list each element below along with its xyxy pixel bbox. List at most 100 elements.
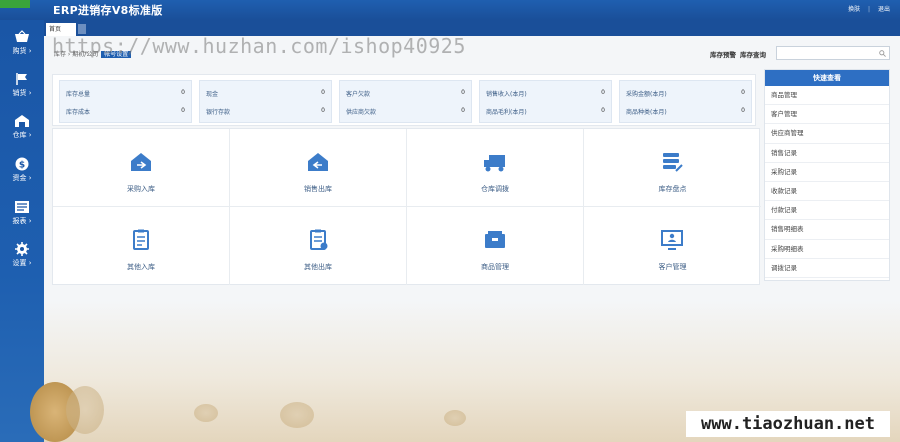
- stat-value: 0: [181, 89, 185, 96]
- search-icon[interactable]: [879, 50, 886, 57]
- stat-row: 销售收入(本月) 0: [486, 89, 605, 99]
- stat-row: 客户欠款 0: [346, 89, 465, 99]
- stat-label: 客户欠款: [346, 91, 371, 98]
- shortcut-customer-management[interactable]: 客户管理: [584, 207, 761, 285]
- sidebar-item-funds[interactable]: $ 资金 ›: [0, 153, 44, 191]
- sidebar-item-label: 销货 ›: [12, 89, 32, 97]
- logout-link[interactable]: 退出: [878, 6, 890, 13]
- svg-text:$: $: [19, 161, 25, 171]
- stat-label: 销售收入(本月): [486, 91, 527, 98]
- stat-label: 商品种类(本月): [626, 109, 667, 116]
- corner-badge: [0, 0, 30, 8]
- stat-row: 商品种类(本月) 0: [626, 107, 745, 117]
- house-in-icon: [131, 153, 151, 171]
- shortcut-label: 其他入库: [127, 263, 155, 271]
- shortcut-sales-out[interactable]: 销售出库: [230, 129, 407, 207]
- sidebar-item-label: 资金 ›: [12, 174, 32, 182]
- stat-value: 0: [321, 89, 325, 96]
- stat-row: 采购金额(本月) 0: [626, 89, 745, 99]
- gear-icon: [15, 242, 29, 256]
- quick-view-item[interactable]: 客户管理: [765, 105, 889, 125]
- shortcut-transfer[interactable]: 仓库调拨: [407, 129, 584, 207]
- stat-row: 银行存款 0: [206, 107, 325, 117]
- shortcut-label: 其他出库: [304, 263, 332, 271]
- stat-value: 0: [461, 89, 465, 96]
- link-separator: |: [868, 6, 871, 13]
- quick-view-item[interactable]: 付款记录: [765, 201, 889, 221]
- stat-value: 0: [741, 107, 745, 114]
- shortcut-purchase-in[interactable]: 采购入库: [53, 129, 230, 207]
- stat-value: 0: [741, 89, 745, 96]
- stat-value: 0: [601, 107, 605, 114]
- shortcut-stocktake[interactable]: 库存盘点: [584, 129, 761, 207]
- stock-warning-link[interactable]: 库存预警: [710, 51, 736, 59]
- truck-icon: [484, 155, 505, 172]
- stat-card-cash: 现金 0 银行存款 0: [199, 80, 332, 123]
- hay-bale: [194, 404, 218, 422]
- stock-query-link[interactable]: 库存查询: [740, 51, 766, 59]
- sidebar-item-settings[interactable]: 设置 ›: [0, 238, 44, 276]
- hay-bale: [66, 386, 104, 434]
- search-input[interactable]: [776, 46, 890, 60]
- stat-value: 0: [601, 89, 605, 96]
- shortcut-label: 销售出库: [304, 185, 332, 193]
- stat-label: 商品毛利(本月): [486, 109, 527, 116]
- warehouse-icon: [15, 115, 29, 127]
- quick-view-item[interactable]: 供应商管理: [765, 124, 889, 144]
- stat-value: 0: [321, 107, 325, 114]
- stat-row: 库存成本 0: [66, 107, 185, 117]
- shortcut-grid: 采购入库 销售出库 仓库调拨 库存盘点 其他入库 其他出库 商品管理 客户管理: [52, 128, 761, 285]
- quick-view-item[interactable]: 调拨记录: [765, 259, 889, 278]
- stat-label: 银行存款: [206, 109, 231, 116]
- sidebar: 购货 › 销货 › 仓库 › $ 资金 › 报表 › 设置 ›: [0, 20, 44, 442]
- tab-scroll-button[interactable]: [78, 24, 86, 34]
- sidebar-item-warehouse[interactable]: 仓库 ›: [0, 110, 44, 148]
- skin-link[interactable]: 换肤: [848, 6, 860, 13]
- clipboard-out-icon: [310, 229, 328, 250]
- sidebar-item-label: 设置 ›: [12, 259, 32, 267]
- stat-row: 库存总量 0: [66, 89, 185, 99]
- stat-label: 库存总量: [66, 91, 91, 98]
- stat-label: 库存成本: [66, 109, 91, 116]
- quick-view-item[interactable]: 采购明细表: [765, 240, 889, 259]
- quick-view-item[interactable]: 商品管理: [765, 86, 889, 106]
- quick-view-item[interactable]: 收款记录: [765, 182, 889, 202]
- stat-label: 供应商欠款: [346, 109, 377, 116]
- stat-row: 商品毛利(本月) 0: [486, 107, 605, 117]
- stat-card-sales: 销售收入(本月) 0 商品毛利(本月) 0: [479, 80, 612, 123]
- shortcut-label: 客户管理: [658, 263, 687, 271]
- quick-view-item[interactable]: 采购记录: [765, 163, 889, 182]
- monitor-user-icon: [661, 230, 683, 250]
- top-bar: ERP进销存V8标准版 换肤 | 退出: [0, 0, 900, 20]
- quick-view-panel: 快速查看 商品管理 客户管理 供应商管理 销售记录 采购记录 收款记录 付款记录…: [764, 69, 890, 281]
- hay-bale: [444, 410, 466, 426]
- sidebar-item-sales[interactable]: 销货 ›: [0, 68, 44, 106]
- stat-value: 0: [461, 107, 465, 114]
- clipboard-in-icon: [133, 229, 149, 250]
- stats-panel: 库存总量 0 库存成本 0 现金 0 银行存款 0 客户欠款 0 供应商欠款 0 销售收入(…: [52, 74, 756, 126]
- basket-icon: [15, 30, 29, 42]
- quick-view-item[interactable]: 销售明细表: [765, 220, 889, 240]
- shortcut-label: 仓库调拨: [481, 185, 509, 193]
- stack-icon: [663, 153, 683, 172]
- stat-row: 供应商欠款 0: [346, 107, 465, 117]
- stat-card-inventory: 库存总量 0 库存成本 0: [59, 80, 192, 123]
- app-title: ERP进销存V8标准版: [53, 4, 163, 17]
- stat-card-purchase: 采购金额(本月) 0 商品种类(本月) 0: [619, 80, 752, 123]
- report-icon: [15, 201, 29, 213]
- sidebar-item-purchase[interactable]: 购货 ›: [0, 26, 44, 64]
- stock-links: 库存预警 库存查询: [710, 49, 770, 59]
- shortcut-other-in[interactable]: 其他入库: [53, 207, 230, 285]
- dollar-icon: $: [15, 157, 29, 171]
- stat-label: 现金: [206, 91, 219, 98]
- shortcut-label: 采购入库: [127, 185, 155, 193]
- quick-view-item[interactable]: 销售记录: [765, 144, 889, 163]
- sidebar-item-reports[interactable]: 报表 ›: [0, 196, 44, 234]
- shortcut-label: 库存盘点: [658, 185, 687, 193]
- shortcut-product-management[interactable]: 商品管理: [407, 207, 584, 285]
- flag-icon: [16, 73, 27, 85]
- shortcut-other-out[interactable]: 其他出库: [230, 207, 407, 285]
- quick-view-title: 快速查看: [765, 70, 889, 86]
- stat-row: 现金 0: [206, 89, 325, 99]
- sidebar-item-label: 报表 ›: [12, 217, 32, 225]
